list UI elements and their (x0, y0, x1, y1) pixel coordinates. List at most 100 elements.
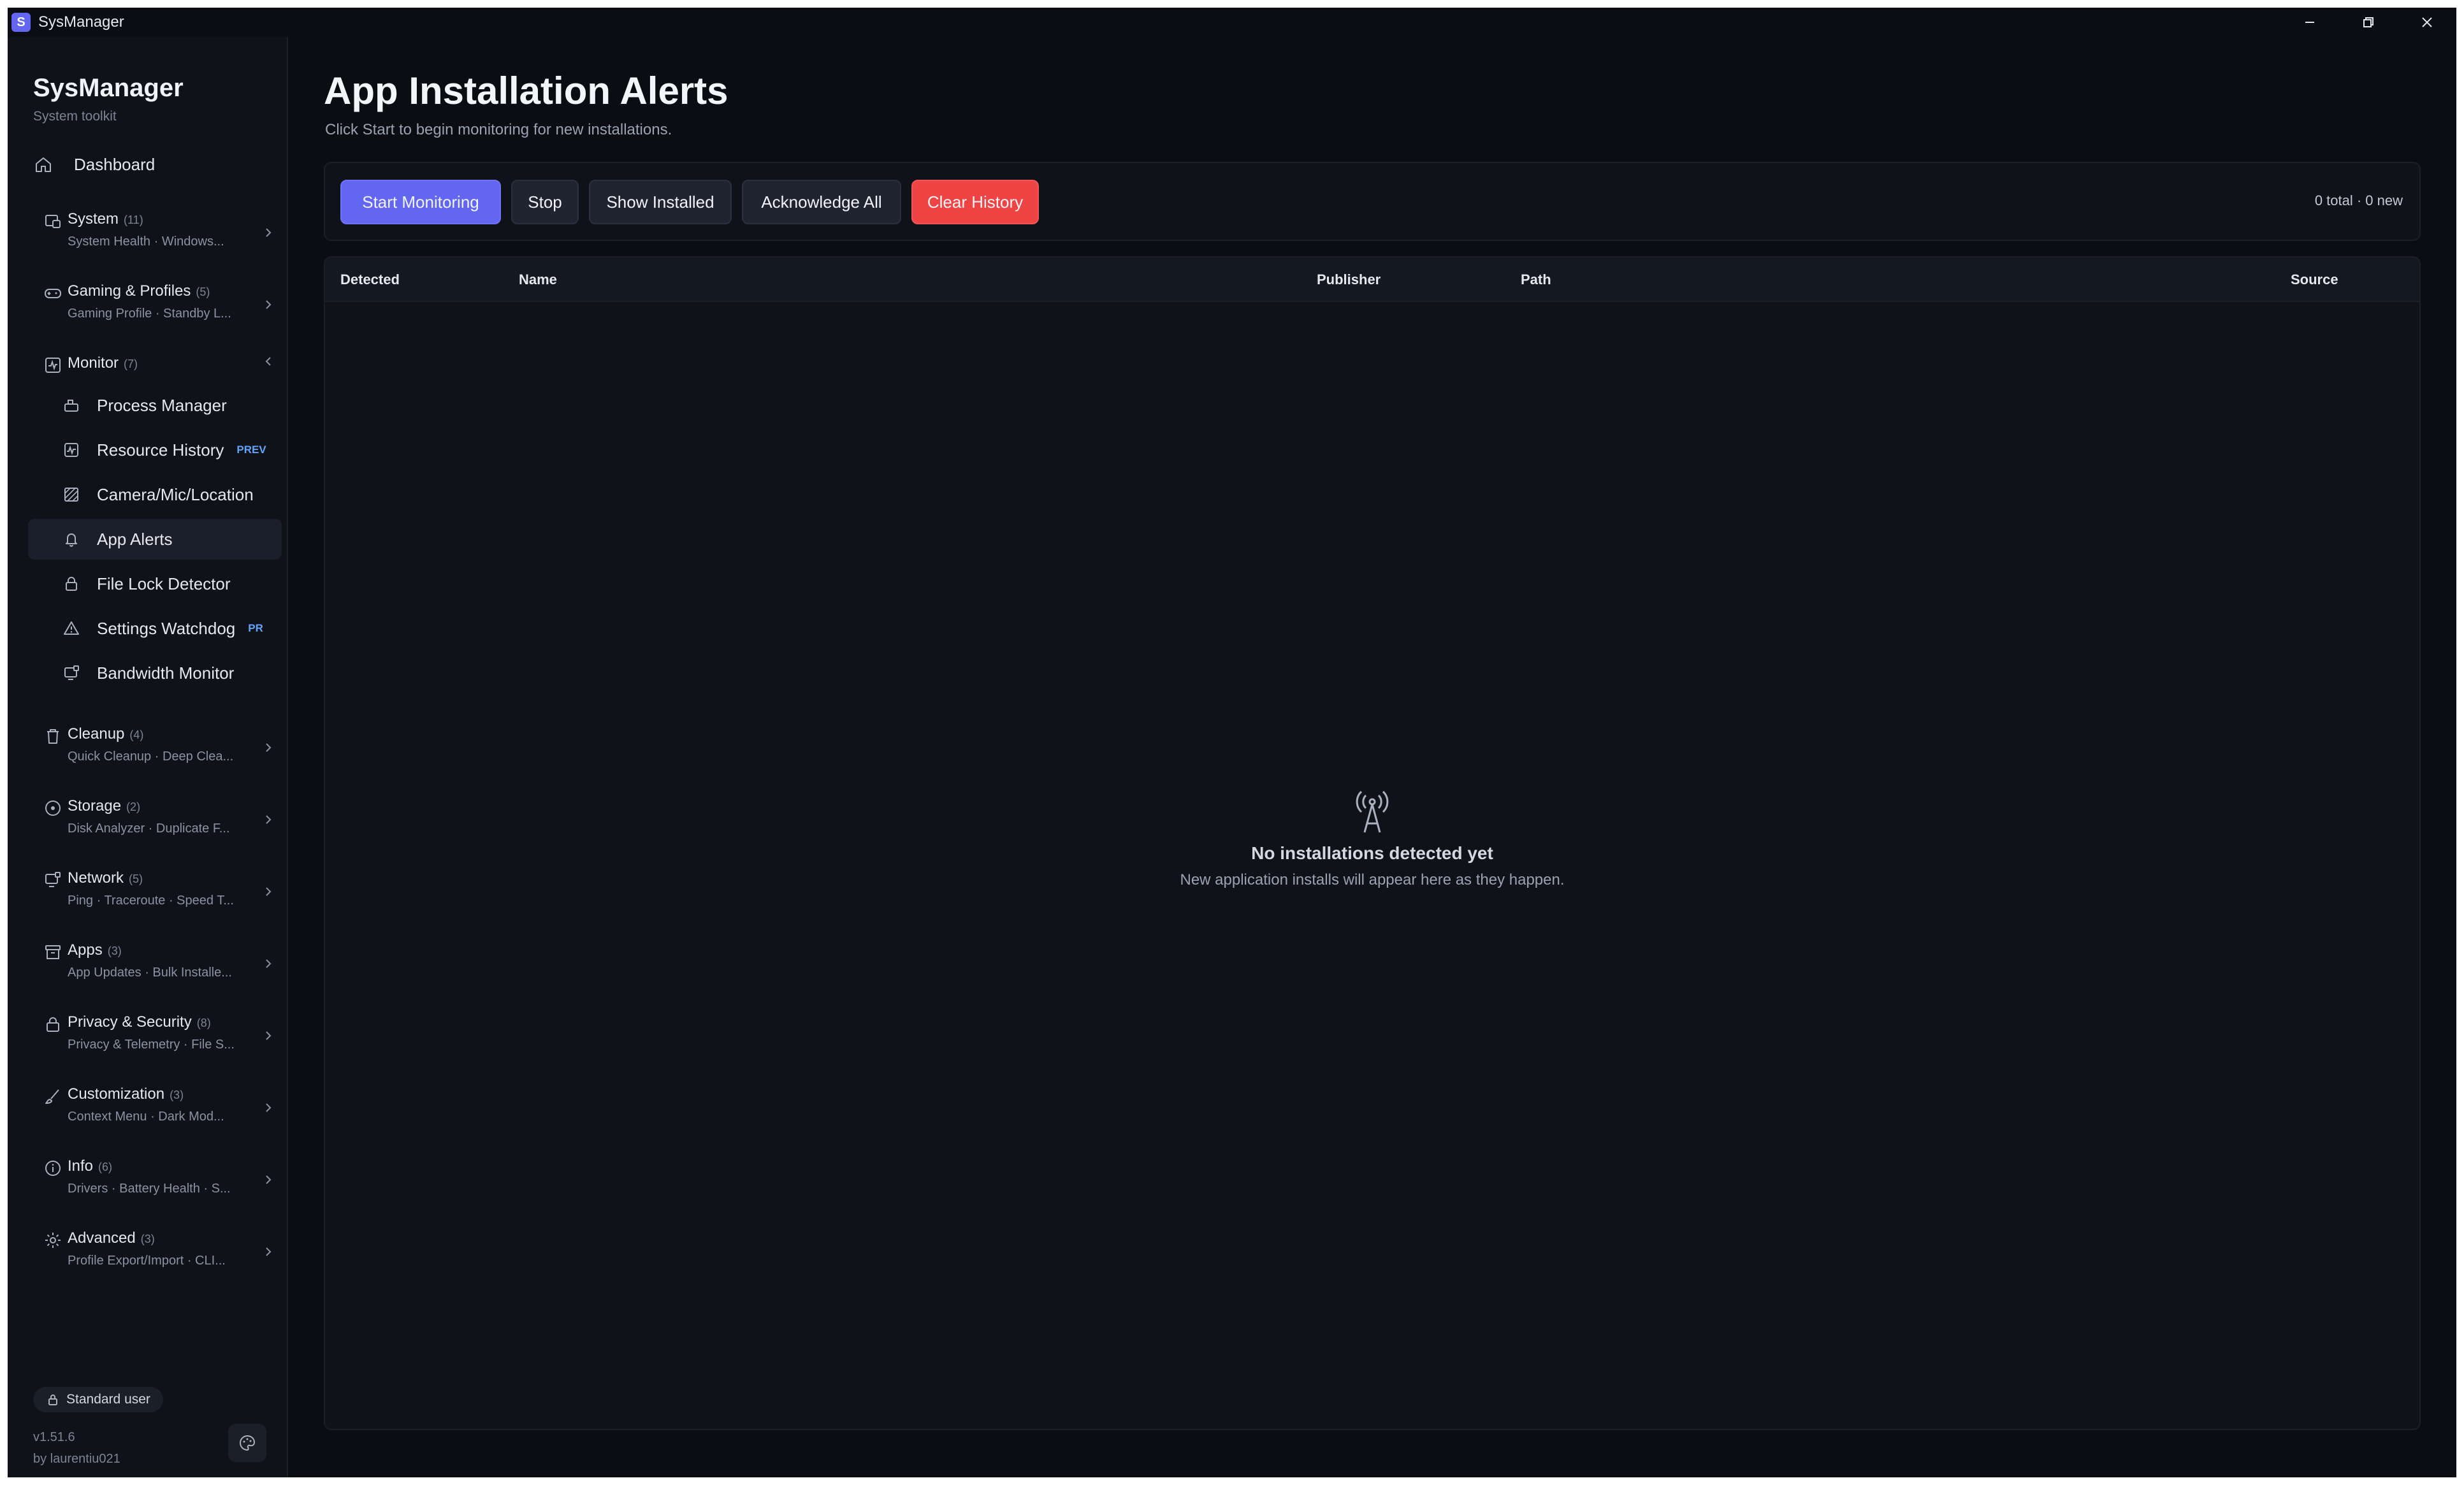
chevron-right-icon (266, 228, 272, 237)
sidebar-group-apps[interactable]: Apps (3) App Updates · Bulk Installe... (33, 938, 275, 995)
group-count: (3) (107, 945, 122, 957)
group-title: Storage (68, 797, 122, 815)
bell-icon (66, 533, 77, 547)
alert-counts: 0 total · 0 new (2314, 192, 2403, 208)
group-count: (8) (196, 1017, 211, 1029)
sidebar-item-label: Bandwidth Monitor (97, 663, 235, 683)
group-title: Cleanup (68, 725, 125, 742)
clear-history-button[interactable]: Clear History (911, 180, 1039, 224)
column-header-publisher[interactable]: Publisher (1317, 272, 1381, 288)
sidebar-item-process-manager[interactable]: Process Manager (28, 385, 282, 426)
column-header-source[interactable]: Source (2291, 272, 2338, 288)
group-title: Info (68, 1157, 94, 1175)
brand: SysManager System toolkit (33, 74, 184, 124)
camera-icon (64, 488, 78, 502)
group-count: (6) (98, 1161, 113, 1173)
disk-icon (45, 800, 61, 816)
gamepad-icon (45, 289, 61, 298)
sidebar-item-resource-history[interactable]: Resource History PREV (28, 430, 282, 470)
group-title: Monitor (68, 354, 119, 372)
group-title: System (68, 210, 119, 228)
group-title: Customization (68, 1085, 165, 1103)
group-subtitle: Gaming Profile · Standby L... (68, 307, 231, 321)
empty-state-title: No installations detected yet (1251, 843, 1493, 863)
lock-icon (66, 577, 77, 591)
sidebar-group-network[interactable]: Network (5) Ping · Traceroute · Speed T..… (33, 866, 275, 923)
group-count: (2) (126, 800, 141, 813)
author-label: by laurentiu021 (33, 1452, 120, 1466)
group-title: Gaming & Profiles (68, 282, 191, 300)
lock-icon (47, 1017, 59, 1032)
group-subtitle: Drivers · Battery Health · S... (68, 1182, 231, 1196)
user-role-label: Standard user (66, 1392, 150, 1407)
user-role-badge: Standard user (33, 1387, 163, 1412)
page-subtitle: Click Start to begin monitoring for new … (325, 121, 672, 138)
group-subtitle: App Updates · Bulk Installe... (68, 966, 232, 980)
main-content: App Installation Alerts Click Start to b… (289, 37, 2456, 1477)
window-controls (2280, 8, 2456, 37)
sidebar-group-cleanup[interactable]: Cleanup (4) Quick Cleanup · Deep Clea... (33, 721, 275, 779)
palette-icon (240, 1435, 256, 1451)
close-icon (2422, 17, 2432, 27)
sidebar-group-advanced[interactable]: Advanced (3) Profile Export/Import · CLI.… (33, 1226, 275, 1283)
theme-toggle-button[interactable] (228, 1424, 266, 1462)
group-count: (5) (129, 873, 143, 885)
sidebar-group-info[interactable]: Info (6) Drivers · Battery Health · S... (33, 1154, 275, 1211)
sidebar-group-gaming-profiles[interactable]: Gaming & Profiles (5) Gaming Profile · St… (33, 279, 275, 336)
sidebar-group-system[interactable]: System (11) System Health · Windows... (33, 206, 275, 264)
process-icon (64, 400, 78, 412)
start-monitoring-button[interactable]: Start Monitoring (340, 180, 501, 224)
chevron-right-icon (266, 1031, 272, 1040)
sidebar-item-dashboard[interactable]: Dashboard (33, 145, 275, 184)
stop-button[interactable]: Stop (511, 180, 579, 224)
group-count: (4) (129, 728, 144, 741)
gear-icon (45, 1233, 61, 1248)
group-subtitle: Context Menu · Dark Mod... (68, 1110, 224, 1124)
restore-button[interactable] (2339, 8, 2398, 37)
sidebar-item-bandwidth-monitor[interactable]: Bandwidth Monitor (28, 653, 282, 693)
empty-state-subtitle: New application installs will appear her… (1180, 871, 1565, 888)
sidebar-item-label: Camera/Mic/Location (97, 484, 254, 504)
sidebar-group-privacy-security[interactable]: Privacy & Security (8) Privacy & Telemetr… (33, 1010, 275, 1067)
show-installed-button[interactable]: Show Installed (589, 180, 732, 224)
app-window: S SysManager SysManager System toolkit D… (8, 8, 2456, 1477)
lock-icon (48, 1394, 57, 1405)
chevron-right-icon (266, 887, 272, 896)
sidebar-item-camera-mic-location[interactable]: Camera/Mic/Location (28, 474, 282, 515)
brush-icon (45, 1089, 59, 1104)
group-title: Privacy & Security (68, 1013, 192, 1031)
group-title: Advanced (68, 1229, 136, 1247)
version-info: v1.51.6 by laurentiu021 (33, 1426, 120, 1470)
group-subtitle: Disk Analyzer · Duplicate F... (68, 822, 230, 836)
group-title: Apps (68, 941, 103, 959)
chevron-right-icon (266, 1175, 272, 1184)
sidebar-item-label: Process Manager (97, 395, 227, 415)
close-button[interactable] (2398, 8, 2456, 37)
column-header-name[interactable]: Name (519, 272, 557, 288)
minimize-button[interactable] (2280, 8, 2339, 37)
home-icon (36, 157, 51, 172)
sidebar-item-label: Settings Watchdog (97, 618, 236, 638)
sidebar-item-app-alerts[interactable]: App Alerts (28, 519, 282, 560)
app-logo-icon: S (11, 13, 31, 32)
chart-icon (64, 443, 78, 457)
minimize-icon (2305, 22, 2314, 23)
chevron-left-icon (265, 357, 271, 366)
sidebar-item-file-lock-detector[interactable]: File Lock Detector (28, 563, 282, 604)
group-subtitle: Profile Export/Import · CLI... (68, 1254, 226, 1268)
warning-icon (64, 621, 79, 635)
column-header-path[interactable]: Path (1521, 272, 1551, 288)
acknowledge-all-button[interactable]: Acknowledge All (742, 180, 901, 224)
brand-subtitle: System toolkit (33, 109, 117, 124)
chevron-right-icon (266, 959, 272, 968)
sidebar-item-settings-watchdog[interactable]: Settings Watchdog PR (28, 608, 282, 649)
toolbar: Start Monitoring Stop Show Installed Ack… (324, 162, 2421, 241)
chevron-right-icon (266, 300, 272, 309)
column-header-detected[interactable]: Detected (340, 272, 400, 288)
chevron-right-icon (266, 815, 272, 824)
sidebar: SysManager System toolkit Dashboard Syst… (8, 37, 288, 1477)
sidebar-group-customization[interactable]: Customization (3) Context Menu · Dark Mod… (33, 1082, 275, 1139)
sidebar-group-monitor[interactable]: Monitor (7) (33, 351, 275, 382)
sidebar-group-storage[interactable]: Storage (2) Disk Analyzer · Duplicate F..… (33, 793, 275, 851)
antenna-icon (1356, 790, 1389, 833)
